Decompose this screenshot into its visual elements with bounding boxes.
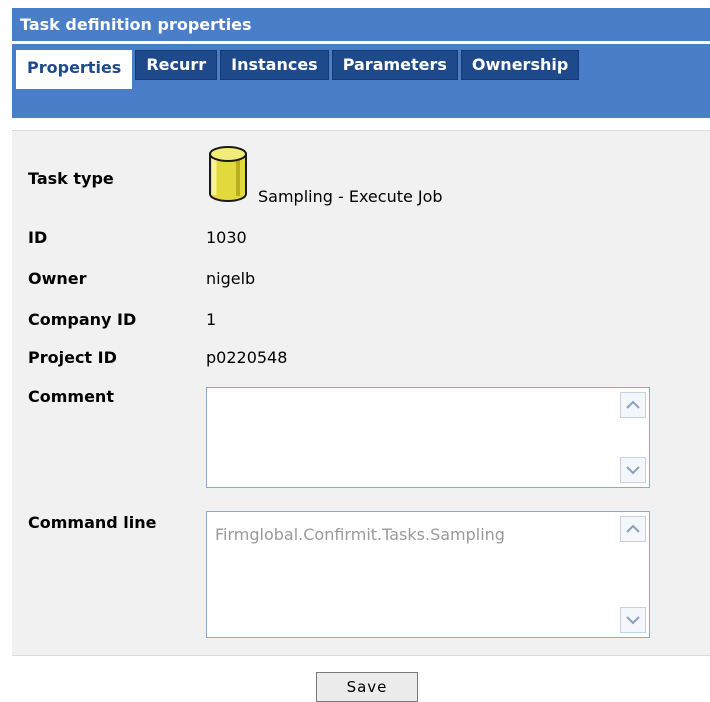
comment-textarea[interactable] xyxy=(206,387,650,488)
tab-ownership[interactable]: Ownership xyxy=(460,50,580,80)
chevron-up-icon xyxy=(626,400,640,409)
owner-value: nigelb xyxy=(206,269,256,288)
task-type-label: Task type xyxy=(28,169,114,188)
chevron-up-icon xyxy=(626,524,640,533)
command-line-label: Command line xyxy=(28,513,157,532)
project-id-label: Project ID xyxy=(28,348,117,367)
scroll-down-button[interactable] xyxy=(620,607,646,633)
company-id-value: 1 xyxy=(206,310,217,329)
scroll-up-button[interactable] xyxy=(620,392,646,418)
tab-parameters[interactable]: Parameters xyxy=(331,50,458,80)
task-type-value: Sampling - Execute Job xyxy=(258,187,443,206)
window-title: Task definition properties xyxy=(12,8,710,42)
project-id-value: p0220548 xyxy=(206,348,288,367)
save-button[interactable]: Save xyxy=(316,672,418,702)
chevron-down-icon xyxy=(626,466,640,475)
owner-label: Owner xyxy=(28,269,87,288)
properties-panel: Task type Sampling - Execute Job ID 1030… xyxy=(12,130,710,656)
id-label: ID xyxy=(28,228,48,247)
command-line-textarea[interactable]: Firmglobal.Confirmit.Tasks.Sampling xyxy=(206,511,650,638)
tab-instances[interactable]: Instances xyxy=(220,50,329,80)
id-value: 1030 xyxy=(206,228,247,247)
tab-bar: Properties Recurr Instances Parameters O… xyxy=(12,44,710,118)
scroll-down-button[interactable] xyxy=(620,457,646,483)
tab-properties[interactable]: Properties xyxy=(16,50,133,89)
chevron-down-icon xyxy=(626,616,640,625)
comment-label: Comment xyxy=(28,387,114,406)
company-id-label: Company ID xyxy=(28,310,137,329)
command-line-text: Firmglobal.Confirmit.Tasks.Sampling xyxy=(215,525,505,544)
scroll-up-button[interactable] xyxy=(620,516,646,542)
database-cylinder-icon xyxy=(209,146,247,202)
tab-recurr[interactable]: Recurr xyxy=(135,50,218,80)
